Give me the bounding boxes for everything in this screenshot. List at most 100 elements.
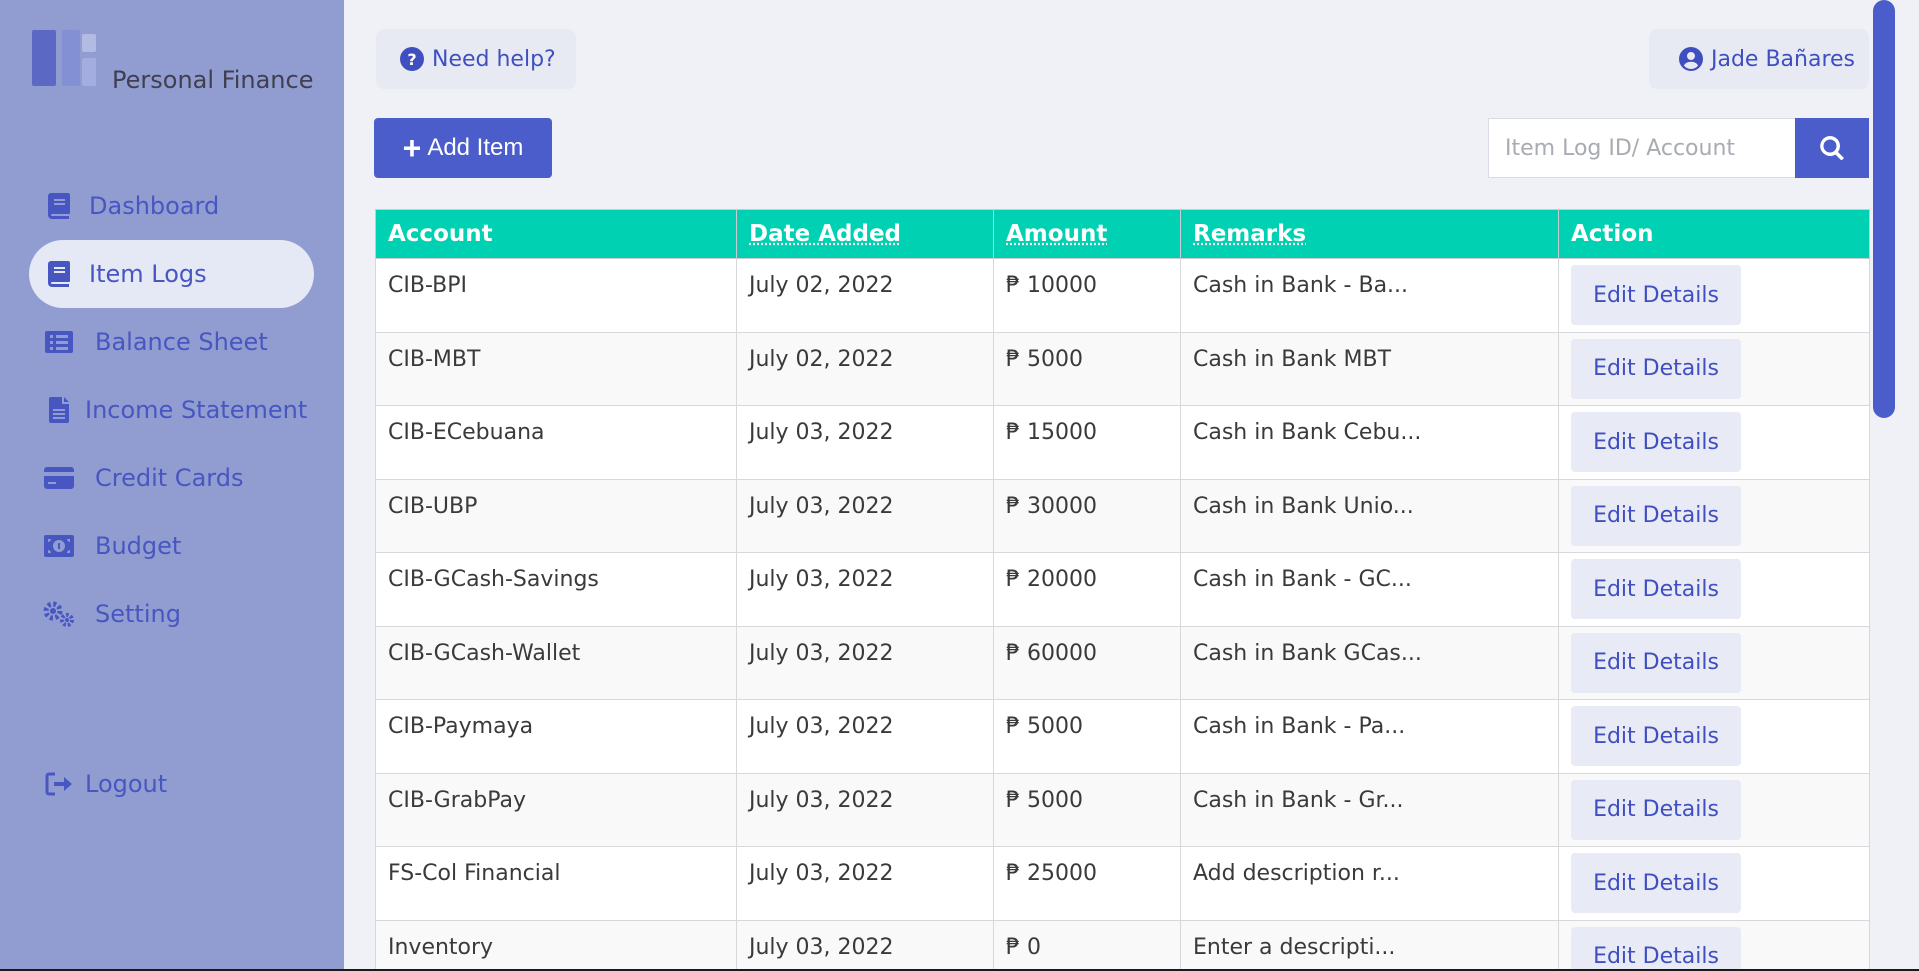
cell-action: Edit Details [1559,773,1870,847]
cell-action: Edit Details [1559,406,1870,480]
cell-amount: ₱ 10000 [994,259,1181,333]
cell-remarks: Cash in Bank - Gr... [1181,773,1559,847]
cell-account: CIB-UBP [376,479,737,553]
search-icon [1820,136,1844,160]
sidebar-item-balance-sheet[interactable]: Balance Sheet [29,308,314,376]
book-icon [43,190,75,222]
cogs-icon [43,598,75,630]
cell-account: CIB-ECebuana [376,406,737,480]
cell-action: Edit Details [1559,920,1870,971]
cell-account: Inventory [376,920,737,971]
cell-action: Edit Details [1559,700,1870,774]
app-logo[interactable]: Personal Finance [32,30,313,86]
table-row: CIB-GCash-Wallet July 03, 2022 ₱ 60000 Cash… [376,626,1870,700]
cell-date-added: July 03, 2022 [737,920,994,971]
user-circle-icon [1679,47,1703,71]
cell-action: Edit Details [1559,259,1870,333]
edit-details-button[interactable]: Edit Details [1571,780,1741,840]
scrollbar[interactable] [1871,0,1895,971]
main-content: ? Need help? Jade Bañares + Add Item Acc… [344,0,1895,971]
table-row: CIB-MBT July 02, 2022 ₱ 5000 Cash in Bank M… [376,332,1870,406]
search-input[interactable] [1488,118,1795,178]
sidebar-item-setting[interactable]: Setting [29,580,314,648]
app-title: Personal Finance [112,66,313,94]
cell-action: Edit Details [1559,553,1870,627]
sidebar-item-label: Income Statement [85,396,307,424]
table-row: FS-Col Financial July 03, 2022 ₱ 25000 Add … [376,847,1870,921]
cell-account: CIB-MBT [376,332,737,406]
help-button[interactable]: ? Need help? [376,29,576,89]
cell-account: CIB-GCash-Wallet [376,626,737,700]
edit-details-button[interactable]: Edit Details [1571,927,1741,971]
sidebar-item-label: Dashboard [89,192,219,220]
item-logs-table: Account Date Added Amount Remarks Action… [375,209,1869,971]
sidebar-item-label: Setting [95,600,181,628]
edit-details-button[interactable]: Edit Details [1571,486,1741,546]
cell-date-added: July 03, 2022 [737,406,994,480]
sidebar-item-credit-cards[interactable]: Credit Cards [29,444,314,512]
column-header-action: Action [1559,210,1870,259]
search-button[interactable] [1795,118,1869,178]
cell-date-added: July 02, 2022 [737,259,994,333]
sidebar-item-dashboard[interactable]: Dashboard [29,172,314,240]
cell-amount: ₱ 60000 [994,626,1181,700]
cell-date-added: July 03, 2022 [737,479,994,553]
cell-remarks: Cash in Bank - GC... [1181,553,1559,627]
cell-account: CIB-GrabPay [376,773,737,847]
cell-remarks: Add description r... [1181,847,1559,921]
cell-amount: ₱ 0 [994,920,1181,971]
edit-details-button[interactable]: Edit Details [1571,339,1741,399]
cell-amount: ₱ 25000 [994,847,1181,921]
cell-date-added: July 03, 2022 [737,847,994,921]
sidebar-item-label: Item Logs [89,260,207,288]
table-row: CIB-UBP July 03, 2022 ₱ 30000 Cash in Bank … [376,479,1870,553]
sidebar-item-item-logs[interactable]: Item Logs [29,240,314,308]
credit-card-icon [43,462,75,494]
edit-details-button[interactable]: Edit Details [1571,265,1741,325]
cell-amount: ₱ 5000 [994,773,1181,847]
sidebar-item-budget[interactable]: Budget [29,512,314,580]
cell-account: FS-Col Financial [376,847,737,921]
logout-label: Logout [85,770,167,798]
logout-icon [43,768,75,800]
cell-remarks: Cash in Bank - Ba... [1181,259,1559,333]
edit-details-button[interactable]: Edit Details [1571,559,1741,619]
table-row: CIB-BPI July 02, 2022 ₱ 10000 Cash in Bank … [376,259,1870,333]
add-item-button[interactable]: + Add Item [374,118,552,178]
money-bill-icon [43,530,75,562]
cell-account: CIB-BPI [376,259,737,333]
cell-date-added: July 03, 2022 [737,773,994,847]
help-label: Need help? [432,47,556,72]
cell-account: CIB-Paymaya [376,700,737,774]
cell-remarks: Cash in Bank GCas... [1181,626,1559,700]
cell-amount: ₱ 5000 [994,700,1181,774]
table-row: CIB-Paymaya July 03, 2022 ₱ 5000 Cash in Ba… [376,700,1870,774]
cell-amount: ₱ 30000 [994,479,1181,553]
add-item-label: Add Item [427,134,523,162]
edit-details-button[interactable]: Edit Details [1571,853,1741,913]
table-row: CIB-ECebuana July 03, 2022 ₱ 15000 Cash in … [376,406,1870,480]
logout-button[interactable]: Logout [43,768,167,800]
column-header-date-added[interactable]: Date Added [737,210,994,259]
cell-account: CIB-GCash-Savings [376,553,737,627]
column-header-amount[interactable]: Amount [994,210,1181,259]
edit-details-button[interactable]: Edit Details [1571,633,1741,693]
plus-icon: + [403,132,422,164]
sidebar: Personal Finance Dashboard Item Logs Bal… [0,0,344,971]
table-row: Inventory July 03, 2022 ₱ 0 Enter a descrip… [376,920,1870,971]
sidebar-item-label: Credit Cards [95,464,243,492]
sidebar-item-income-statement[interactable]: Income Statement [29,376,314,444]
cell-amount: ₱ 20000 [994,553,1181,627]
edit-details-button[interactable]: Edit Details [1571,412,1741,472]
sidebar-item-label: Budget [95,532,181,560]
scrollbar-thumb[interactable] [1873,0,1895,418]
list-icon [43,326,75,358]
logo-icon [32,30,96,86]
user-menu-button[interactable]: Jade Bañares [1649,29,1869,89]
cell-action: Edit Details [1559,479,1870,553]
search-bar [1488,118,1869,178]
cell-action: Edit Details [1559,332,1870,406]
cell-date-added: July 03, 2022 [737,700,994,774]
edit-details-button[interactable]: Edit Details [1571,706,1741,766]
column-header-remarks[interactable]: Remarks [1181,210,1559,259]
